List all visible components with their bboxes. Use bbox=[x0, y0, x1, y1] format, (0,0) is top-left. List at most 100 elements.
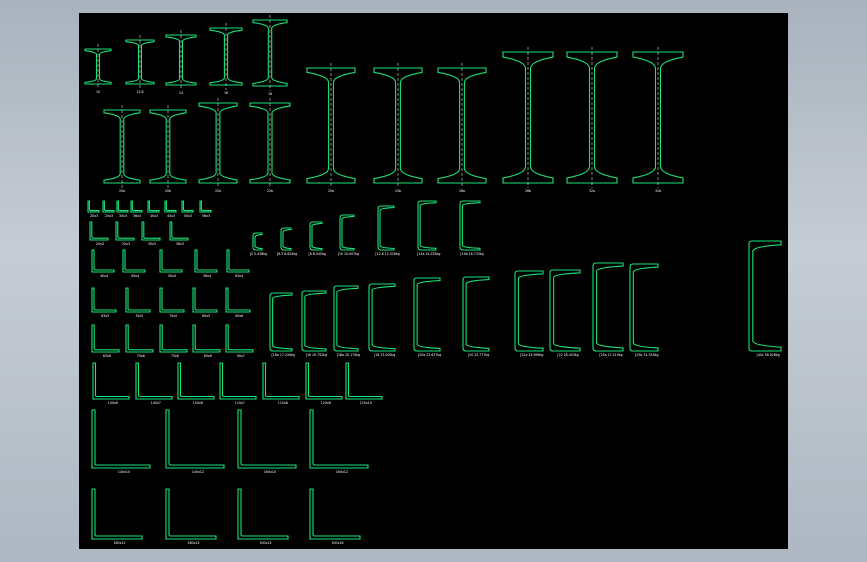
angle-profile bbox=[115, 221, 135, 241]
angle-profile bbox=[237, 409, 297, 469]
channel-label: [22 28.453kg bbox=[557, 353, 578, 357]
angle-profile bbox=[135, 362, 173, 400]
channel-profile bbox=[309, 221, 323, 251]
angle-label: 90x6 bbox=[235, 314, 243, 318]
channel-profile bbox=[592, 262, 624, 352]
channel-profile bbox=[629, 263, 659, 352]
angle-label: 160x10 bbox=[264, 470, 276, 474]
angle-label: 90x7 bbox=[237, 354, 245, 358]
angle-label: 140x12 bbox=[192, 470, 204, 474]
angle-label: 40x3 bbox=[150, 214, 158, 218]
channel-label: [16 19.752kg bbox=[306, 353, 327, 357]
angle-profile bbox=[91, 409, 151, 469]
angle-profile bbox=[116, 200, 129, 213]
angle-profile bbox=[147, 200, 160, 213]
channel-label: [25b 31.335kg bbox=[635, 353, 658, 357]
channel-profile bbox=[368, 283, 396, 352]
angle-profile bbox=[91, 249, 115, 273]
angle-profile bbox=[194, 249, 218, 273]
channel-label: [14a 14.535kg bbox=[417, 252, 440, 256]
angle-label: 25x3 bbox=[105, 214, 113, 218]
channel-label: [10 10.007kg bbox=[338, 252, 359, 256]
angle-profile bbox=[87, 200, 100, 213]
angle-label: 70x5 bbox=[135, 314, 143, 318]
channel-label: [5 5.438kg bbox=[250, 252, 267, 256]
channel-label: [40c 58.928kg bbox=[757, 353, 780, 357]
channel-profile bbox=[514, 270, 544, 352]
angle-profile bbox=[159, 287, 185, 313]
angle-label: 50x4 bbox=[168, 274, 176, 278]
angle-profile bbox=[92, 362, 130, 400]
angle-label: 100x8 bbox=[193, 401, 203, 405]
angle-profile bbox=[165, 409, 225, 469]
angle-label: 45x4 bbox=[131, 274, 139, 278]
i-beam-label: 22a bbox=[215, 189, 221, 193]
channel-profile bbox=[549, 269, 581, 352]
angle-label: 125x8 bbox=[321, 401, 331, 405]
channel-label: [8 8.045kg bbox=[309, 252, 326, 256]
angle-profile bbox=[345, 362, 383, 400]
angle-profile bbox=[309, 409, 369, 469]
angle-label: 100x7 bbox=[151, 401, 161, 405]
channel-profile bbox=[252, 232, 263, 251]
cad-drawing-canvas[interactable]: 10 12.6 14 16 18 20a 20b 22a 22b 25a 25b 28a 28b 32a 3… bbox=[79, 13, 788, 549]
channel-label: [6.3 6.634kg bbox=[277, 252, 297, 256]
channel-label: [14b 16.733kg bbox=[460, 252, 483, 256]
channel-label: [25a 27.410kg bbox=[599, 353, 622, 357]
angle-label: 100x6 bbox=[108, 401, 118, 405]
angle-label: 125x10 bbox=[360, 401, 372, 405]
angle-label: 180x14 bbox=[187, 541, 199, 545]
angle-profile bbox=[237, 488, 289, 540]
channel-label: [20a 22.637kg bbox=[418, 353, 441, 357]
i-beam-label: 28a bbox=[459, 189, 465, 193]
i-beam-label: 25b bbox=[395, 189, 401, 193]
channel-label: [12.6 12.318kg bbox=[375, 252, 399, 256]
angle-label: 30x3 bbox=[119, 214, 127, 218]
i-beam-label: 14 bbox=[179, 91, 183, 95]
angle-profile bbox=[309, 488, 361, 540]
angle-label: 200x14 bbox=[259, 541, 271, 545]
angle-profile bbox=[262, 362, 300, 400]
angle-profile bbox=[159, 324, 188, 353]
angle-label: 40x4 bbox=[100, 274, 108, 278]
angle-profile bbox=[102, 200, 115, 213]
channel-profile bbox=[377, 205, 395, 251]
angle-profile bbox=[181, 200, 194, 213]
angle-label: 70x6 bbox=[137, 354, 145, 358]
channel-profile bbox=[462, 276, 490, 352]
angle-label: 20x3 bbox=[90, 214, 98, 218]
angle-label: 63x6 bbox=[103, 354, 111, 358]
i-beam-label: 32b bbox=[655, 189, 661, 193]
channel-profile bbox=[333, 285, 359, 352]
angle-profile bbox=[226, 249, 250, 273]
i-beam-label: 32a bbox=[589, 189, 595, 193]
channel-label: [20 25.777kg bbox=[468, 353, 489, 357]
angle-label: 140x10 bbox=[118, 470, 130, 474]
angle-profile bbox=[192, 287, 218, 313]
angle-label: 56x3 bbox=[202, 214, 210, 218]
i-beam-label: 16 bbox=[224, 91, 228, 95]
i-beam-label: 25a bbox=[328, 189, 334, 193]
angle-profile bbox=[169, 221, 189, 241]
angle-label: 36x3 bbox=[133, 214, 141, 218]
channel-label: [22a 24.999kg bbox=[520, 353, 543, 357]
angle-label: 45x3 bbox=[167, 214, 175, 218]
angle-label: 63x4 bbox=[235, 274, 243, 278]
angle-profile bbox=[159, 249, 183, 273]
angle-label: 20x3 bbox=[96, 242, 104, 246]
angle-label: 63x5 bbox=[101, 314, 109, 318]
channel-profile bbox=[269, 292, 293, 352]
angle-label: 110x8 bbox=[278, 401, 288, 405]
angle-label: 180x12 bbox=[113, 541, 125, 545]
angle-profile bbox=[125, 324, 154, 353]
angle-profile bbox=[122, 249, 146, 273]
angle-label: 80x6 bbox=[204, 354, 212, 358]
channel-profile bbox=[417, 200, 437, 251]
angle-label: 50x3 bbox=[184, 214, 192, 218]
angle-label: 110x7 bbox=[235, 401, 245, 405]
angle-label: 200x16 bbox=[331, 541, 343, 545]
i-beam-label: 20a bbox=[119, 189, 125, 193]
angle-profile bbox=[91, 287, 117, 313]
channel-label: [16a 17.240kg bbox=[272, 353, 295, 357]
angle-label: 25x3 bbox=[122, 242, 130, 246]
